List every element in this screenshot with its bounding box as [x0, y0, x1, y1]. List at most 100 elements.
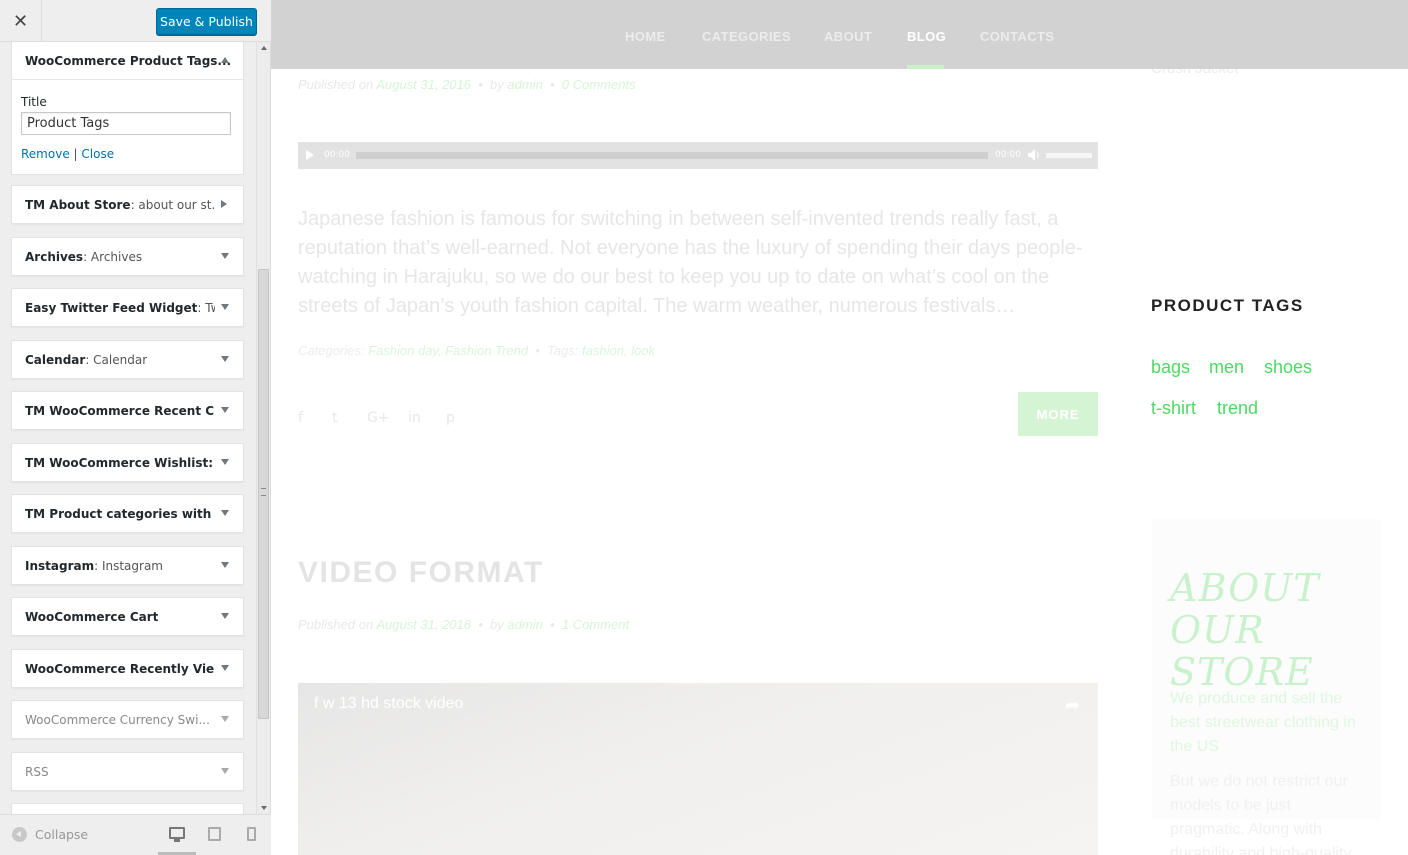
meta-dot: •: [478, 617, 483, 632]
widget-tm-woocommerce-recent[interactable]: TM WooCommerce Recent C...: [11, 391, 244, 430]
post-date-link[interactable]: August 31, 2016: [376, 77, 471, 92]
expand-arrow-icon[interactable]: [221, 200, 227, 208]
collapse-icon: [12, 827, 27, 842]
title-input[interactable]: [21, 112, 231, 135]
sidebar-scrollbar[interactable]: [256, 42, 270, 814]
about-paragraph-1: We produce and sell the best streetwear …: [1170, 690, 1356, 755]
tags-links[interactable]: fashion, look: [582, 343, 655, 358]
nav-about[interactable]: ABOUT: [824, 29, 872, 44]
widget-title: TM WooCommerce Recent C...: [25, 403, 215, 418]
save-publish-button[interactable]: Save & Publish: [156, 8, 257, 35]
tag-t-shirt[interactable]: t-shirt: [1151, 398, 1196, 419]
tags-label: Tags:: [547, 343, 579, 358]
expand-arrow-icon[interactable]: [221, 716, 229, 722]
widget-title: TM About Store: about our st...: [25, 197, 215, 212]
post-taxonomy: Categories: Fashion day, Fashion Trend •…: [298, 343, 655, 358]
video-embed[interactable]: f w 13 hd stock video ➦: [298, 683, 1098, 855]
tag-men[interactable]: men: [1209, 357, 1244, 378]
post-meta: Published on August 31, 2016 • by admin …: [298, 617, 629, 632]
widget-easy-twitter-feed[interactable]: Easy Twitter Feed Widget: Tw...: [11, 288, 244, 327]
play-icon[interactable]: [306, 150, 314, 160]
nav-contacts[interactable]: CONTACTS: [980, 29, 1054, 44]
audio-player: 00:00 00:00: [298, 142, 1098, 169]
expand-arrow-icon[interactable]: [221, 304, 229, 310]
expand-arrow-icon[interactable]: [221, 562, 229, 568]
close-widget-link[interactable]: Close: [81, 147, 114, 161]
nav-active-indicator: [907, 65, 944, 69]
widget-tm-product-categories[interactable]: TM Product categories with t...: [11, 494, 244, 533]
widget-partial: [11, 803, 244, 814]
main-navigation: HOME CATEGORIES ABOUT BLOG CONTACTS: [271, 0, 1408, 69]
customizer-footer: Collapse: [0, 814, 271, 855]
tablet-preview-icon[interactable]: [208, 827, 221, 841]
volume-slider[interactable]: [1046, 153, 1092, 158]
widget-title: WooCommerce Currency Swi...: [25, 712, 210, 727]
nav-categories[interactable]: CATEGORIES: [702, 29, 791, 44]
audio-progress-bar[interactable]: [356, 152, 988, 159]
video-caption[interactable]: f w 13 hd stock video: [314, 695, 463, 713]
post-comments-link[interactable]: 1 Comment: [562, 617, 629, 632]
expand-arrow-icon[interactable]: [221, 613, 229, 619]
scroll-up-arrow-icon[interactable]: [261, 46, 267, 50]
expand-arrow-icon[interactable]: [221, 459, 229, 465]
customizer-header: ✕ Save & Publish: [0, 0, 271, 42]
widget-product-tags-header[interactable]: WooCommerce Product Tags...: [12, 42, 243, 80]
meta-dot: •: [535, 343, 540, 358]
widget-calendar[interactable]: Calendar: Calendar: [11, 340, 244, 379]
widget-archives[interactable]: Archives: Archives: [11, 237, 244, 276]
tag-trend[interactable]: trend: [1217, 398, 1258, 419]
expand-arrow-icon[interactable]: [221, 407, 229, 413]
widget-tm-woocommerce-wishlist[interactable]: TM WooCommerce Wishlist: ...: [11, 443, 244, 482]
post-author-link[interactable]: admin: [507, 77, 542, 92]
desktop-preview-icon[interactable]: [169, 827, 185, 842]
collapse-arrow-icon[interactable]: [221, 57, 229, 63]
tag-bags[interactable]: bags: [1151, 357, 1190, 378]
nav-blog[interactable]: BLOG: [907, 29, 946, 44]
expand-arrow-icon[interactable]: [221, 665, 229, 671]
post-author-link[interactable]: admin: [507, 617, 542, 632]
widget-title: TM WooCommerce Wishlist: ...: [25, 455, 215, 470]
meta-prefix: Published on: [298, 617, 374, 632]
audio-current-time: 00:00: [324, 150, 350, 160]
post-comments-link[interactable]: 0 Comments: [562, 77, 636, 92]
post-title[interactable]: VIDEO FORMAT: [298, 556, 544, 590]
widget-title: Instagram: Instagram: [25, 558, 163, 573]
widget-woocommerce-recently-viewed[interactable]: WooCommerce Recently Vie...: [11, 649, 244, 688]
meta-dot: •: [550, 77, 555, 92]
widget-title: WooCommerce Product Tags...: [25, 53, 232, 68]
twitter-icon[interactable]: t: [332, 410, 338, 426]
widget-tm-about-store[interactable]: TM About Store: about our st...: [11, 185, 244, 224]
nav-home[interactable]: HOME: [625, 29, 666, 44]
widget-rss[interactable]: RSS: [11, 752, 244, 791]
expand-arrow-icon[interactable]: [221, 768, 229, 774]
google-plus-icon[interactable]: G+: [367, 410, 390, 426]
widget-title: Easy Twitter Feed Widget: Tw...: [25, 300, 215, 315]
expand-arrow-icon[interactable]: [221, 253, 229, 259]
expand-arrow-icon[interactable]: [221, 356, 229, 362]
widget-title: WooCommerce Cart: [25, 609, 159, 624]
tag-shoes[interactable]: shoes: [1264, 357, 1312, 378]
widget-title: Calendar: Calendar: [25, 352, 148, 367]
facebook-icon[interactable]: f: [298, 410, 303, 426]
more-button[interactable]: MORE: [1018, 392, 1098, 436]
collapse-sidebar-button[interactable]: Collapse: [12, 827, 88, 842]
widget-woocommerce-currency-switcher[interactable]: WooCommerce Currency Swi...: [11, 700, 244, 739]
meta-prefix: Published on: [298, 77, 374, 92]
scrollbar-thumb[interactable]: [258, 269, 269, 719]
mobile-preview-icon[interactable]: [247, 827, 256, 841]
widget-title: Archives: Archives: [25, 249, 143, 264]
categories-links[interactable]: Fashion day, Fashion Trend: [368, 343, 528, 358]
collapse-label: Collapse: [35, 827, 89, 842]
volume-icon[interactable]: [1028, 149, 1041, 161]
pinterest-icon[interactable]: p: [446, 410, 455, 426]
share-arrow-icon[interactable]: ➦: [1065, 695, 1080, 716]
widget-instagram[interactable]: Instagram: Instagram: [11, 546, 244, 585]
linkedin-icon[interactable]: in: [408, 410, 421, 426]
audio-duration: 00:00: [995, 150, 1021, 160]
widget-woocommerce-cart[interactable]: WooCommerce Cart: [11, 597, 244, 636]
expand-arrow-icon[interactable]: [221, 510, 229, 516]
scroll-down-arrow-icon[interactable]: [261, 806, 267, 810]
close-customizer-button[interactable]: ✕: [0, 0, 42, 42]
post-date-link[interactable]: August 31, 2016: [376, 617, 471, 632]
remove-widget-link[interactable]: Remove: [21, 147, 70, 161]
